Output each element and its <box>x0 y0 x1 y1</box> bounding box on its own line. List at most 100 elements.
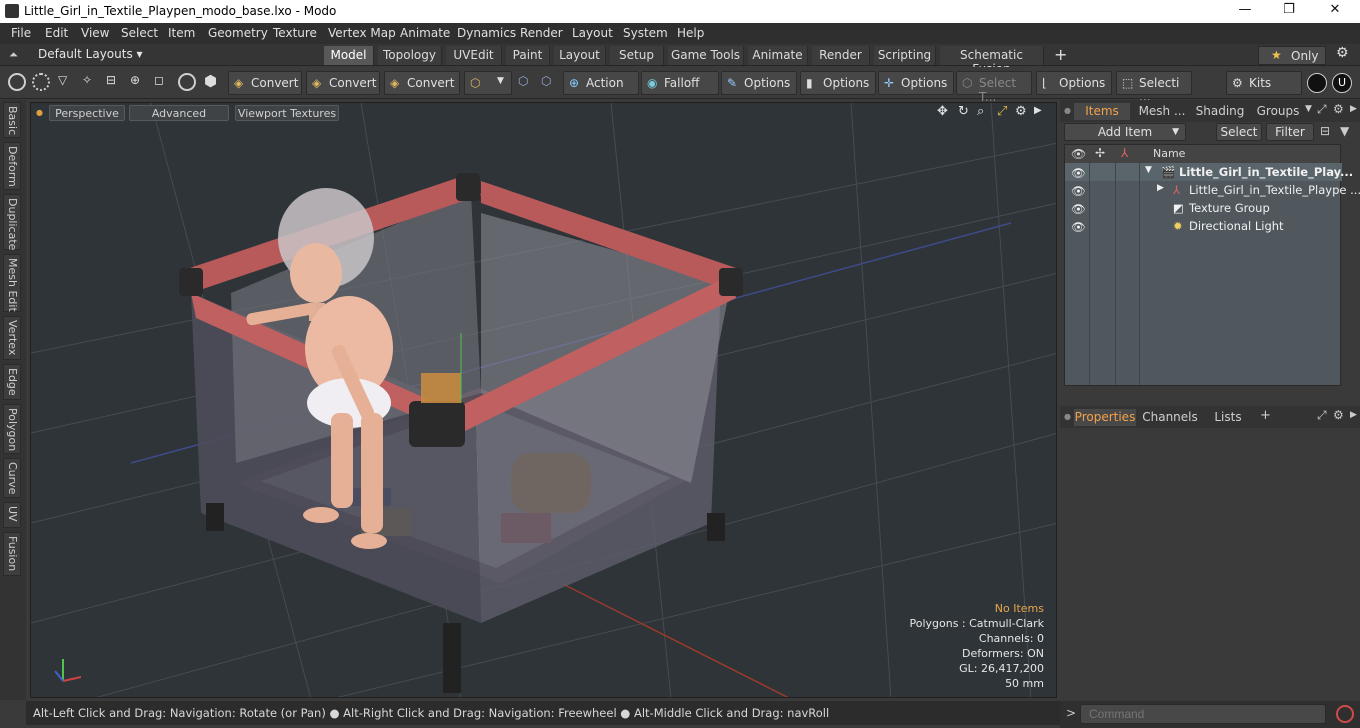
pan-icon[interactable]: ✥ <box>937 104 948 119</box>
gear-icon[interactable]: ⚙ <box>1336 45 1349 61</box>
pivot-mode-icon[interactable]: ⊕ <box>130 73 140 87</box>
tab-lists[interactable]: Lists <box>1204 409 1252 426</box>
rotate-icon[interactable]: ↻ <box>958 104 969 119</box>
menu-edit[interactable]: Edit <box>45 26 68 40</box>
item-mode-icon[interactable]: ✧ <box>82 73 92 87</box>
convert-button-3[interactable]: ◈ Convert <box>384 71 460 95</box>
tab-curve[interactable]: Curve <box>3 458 21 498</box>
close-button[interactable]: ✕ <box>1320 2 1350 20</box>
menu-view[interactable]: View <box>81 26 109 40</box>
funnel-icon[interactable]: ▼ <box>1340 124 1349 138</box>
maximize-viewport-icon[interactable]: ⤢ <box>997 104 1007 119</box>
tab-basic[interactable]: Basic <box>3 102 21 138</box>
workplane-icon[interactable]: ⬡ <box>541 74 551 88</box>
viewport-expand-arrow-icon[interactable]: ▶ <box>1034 105 1042 116</box>
options-button-4[interactable]: ⌊ Options <box>1036 71 1112 95</box>
visibility-eye-icon[interactable]: 👁 <box>1071 202 1086 216</box>
visibility-eye-icon[interactable]: 👁 <box>1071 184 1086 198</box>
perspective-tab[interactable]: Perspective <box>49 105 125 121</box>
tab-animate[interactable]: Animate <box>748 46 808 65</box>
item-row-directional-light[interactable]: 👁 ✹ Directional Light <box>1065 217 1342 235</box>
record-macro-icon[interactable] <box>1336 705 1354 723</box>
maximize-button[interactable]: ❐ <box>1274 2 1304 20</box>
symmetry-icon[interactable]: ⬡ <box>518 74 528 88</box>
tabs-overflow-icon[interactable]: ▼ <box>1305 104 1312 114</box>
menu-vertex-map[interactable]: Vertex Map <box>328 26 396 40</box>
panel-settings-icon[interactable]: ⚙ <box>1333 408 1344 422</box>
zoom-icon[interactable]: ⌕ <box>977 104 984 119</box>
mesh-mode-icon[interactable]: ⬢ <box>204 72 217 90</box>
kits-button[interactable]: ⚙ Kits <box>1226 71 1302 95</box>
tab-fusion[interactable]: Fusion <box>3 532 21 576</box>
unreal-icon[interactable]: U <box>1332 73 1352 93</box>
options-button-1[interactable]: ✎ Options <box>721 71 797 95</box>
viewport-menu-dot[interactable]: ● <box>36 108 43 117</box>
panel-expand-icon[interactable]: ⤢ <box>1317 102 1327 117</box>
menu-dynamics[interactable]: Dynamics <box>457 26 516 40</box>
expand-arrow-icon[interactable]: ▶ <box>1157 183 1164 193</box>
tab-game-tools[interactable]: Game Tools <box>668 46 744 65</box>
tab-edge[interactable]: Edge <box>3 364 21 400</box>
menu-file[interactable]: File <box>11 26 31 40</box>
tab-topology[interactable]: Topology <box>378 46 442 65</box>
selection-sets-button[interactable]: ⬚ Selecti ... <box>1116 71 1192 104</box>
panel-expand-icon[interactable]: ⤢ <box>1317 408 1327 423</box>
viewport-textures-tab[interactable]: Viewport Textures <box>235 105 339 121</box>
panel-arrow-icon[interactable]: ▶ <box>1350 104 1357 114</box>
filter-button[interactable]: Filter <box>1266 123 1314 141</box>
tab-polygon[interactable]: Polygon <box>3 404 21 454</box>
default-layouts-dropdown[interactable]: Default Layouts ▾ <box>38 47 143 61</box>
add-tab-button[interactable]: + <box>1054 45 1067 64</box>
tab-render[interactable]: Render <box>812 46 870 65</box>
minimize-button[interactable]: — <box>1230 2 1260 20</box>
item-row-scene[interactable]: 👁 ▼ 🎬 Little_Girl_in_Textile_Play... <box>1065 163 1353 181</box>
menu-layout[interactable]: Layout <box>572 26 613 40</box>
advanced-tab[interactable]: Advanced <box>129 105 229 121</box>
command-input[interactable] <box>1080 704 1326 724</box>
options-button-2[interactable]: ▮ Options <box>800 71 876 95</box>
viewport-settings-icon[interactable]: ⚙ <box>1015 104 1027 119</box>
tab-uv[interactable]: UV <box>3 502 21 528</box>
convert-button-1[interactable]: ◈ Convert <box>228 71 302 95</box>
options-button-3[interactable]: ✛ Options <box>878 71 954 95</box>
tab-mesh-ops[interactable]: Mesh ... <box>1134 103 1190 120</box>
tab-groups[interactable]: Groups <box>1250 103 1306 120</box>
menu-help[interactable]: Help <box>677 26 704 40</box>
tab-mesh-edit[interactable]: Mesh Edit <box>3 254 21 312</box>
collapse-icon[interactable]: ⊟ <box>1320 124 1330 138</box>
item-row-mesh[interactable]: 👁 ▶ ⅄ Little_Girl_in_Textile_Plaype ... <box>1065 181 1360 199</box>
snapping-dropdown[interactable]: ⬡ ▼ <box>464 71 512 95</box>
tab-uvedit[interactable]: UVEdit <box>446 46 502 65</box>
expand-arrow-icon[interactable]: ▼ <box>1145 165 1152 175</box>
edge-mode-icon[interactable] <box>32 73 50 91</box>
only-toggle[interactable]: ★ Only <box>1258 46 1326 65</box>
menu-render[interactable]: Render <box>520 26 563 40</box>
action-center-button[interactable]: ⊕ Action <box>563 71 639 95</box>
tab-paint[interactable]: Paint <box>506 46 550 65</box>
menu-geometry[interactable]: Geometry <box>208 26 268 40</box>
layout-toggle-icon[interactable]: ⏶ <box>9 48 21 61</box>
add-tab-button[interactable]: + <box>1260 408 1271 423</box>
select-through-button[interactable]: ⬡ Select T... <box>956 71 1032 104</box>
tab-items[interactable]: Items <box>1074 103 1130 120</box>
material-mode-icon[interactable]: ⊟ <box>106 73 116 87</box>
tab-setup[interactable]: Setup <box>610 46 664 65</box>
falloff-button[interactable]: ◉ Falloff <box>641 71 719 95</box>
visibility-eye-icon[interactable]: 👁 <box>1071 220 1086 234</box>
add-item-button[interactable]: Add Item ▼ <box>1064 123 1186 141</box>
tab-shading[interactable]: Shading <box>1192 103 1248 120</box>
tab-duplicate[interactable]: Duplicate <box>3 194 21 250</box>
element-mode-icon[interactable] <box>178 73 196 91</box>
menu-texture[interactable]: Texture <box>273 26 317 40</box>
3d-viewport[interactable]: ● Perspective Advanced Viewport Textures… <box>30 102 1057 698</box>
visibility-eye-icon[interactable]: 👁 <box>1071 166 1086 180</box>
item-row-texture-group[interactable]: 👁 ◩ Texture Group <box>1065 199 1342 217</box>
panel-settings-icon[interactable]: ⚙ <box>1333 102 1344 116</box>
panel-menu-dot[interactable]: ● <box>1064 412 1071 421</box>
panel-arrow-icon[interactable]: ▶ <box>1350 410 1357 420</box>
tab-vertex[interactable]: Vertex <box>3 316 21 360</box>
menu-select[interactable]: Select <box>121 26 158 40</box>
tab-scripting[interactable]: Scripting <box>874 46 936 65</box>
center-mode-icon[interactable]: ◻ <box>154 73 164 87</box>
polygon-mode-icon[interactable]: ▽ <box>58 73 67 87</box>
